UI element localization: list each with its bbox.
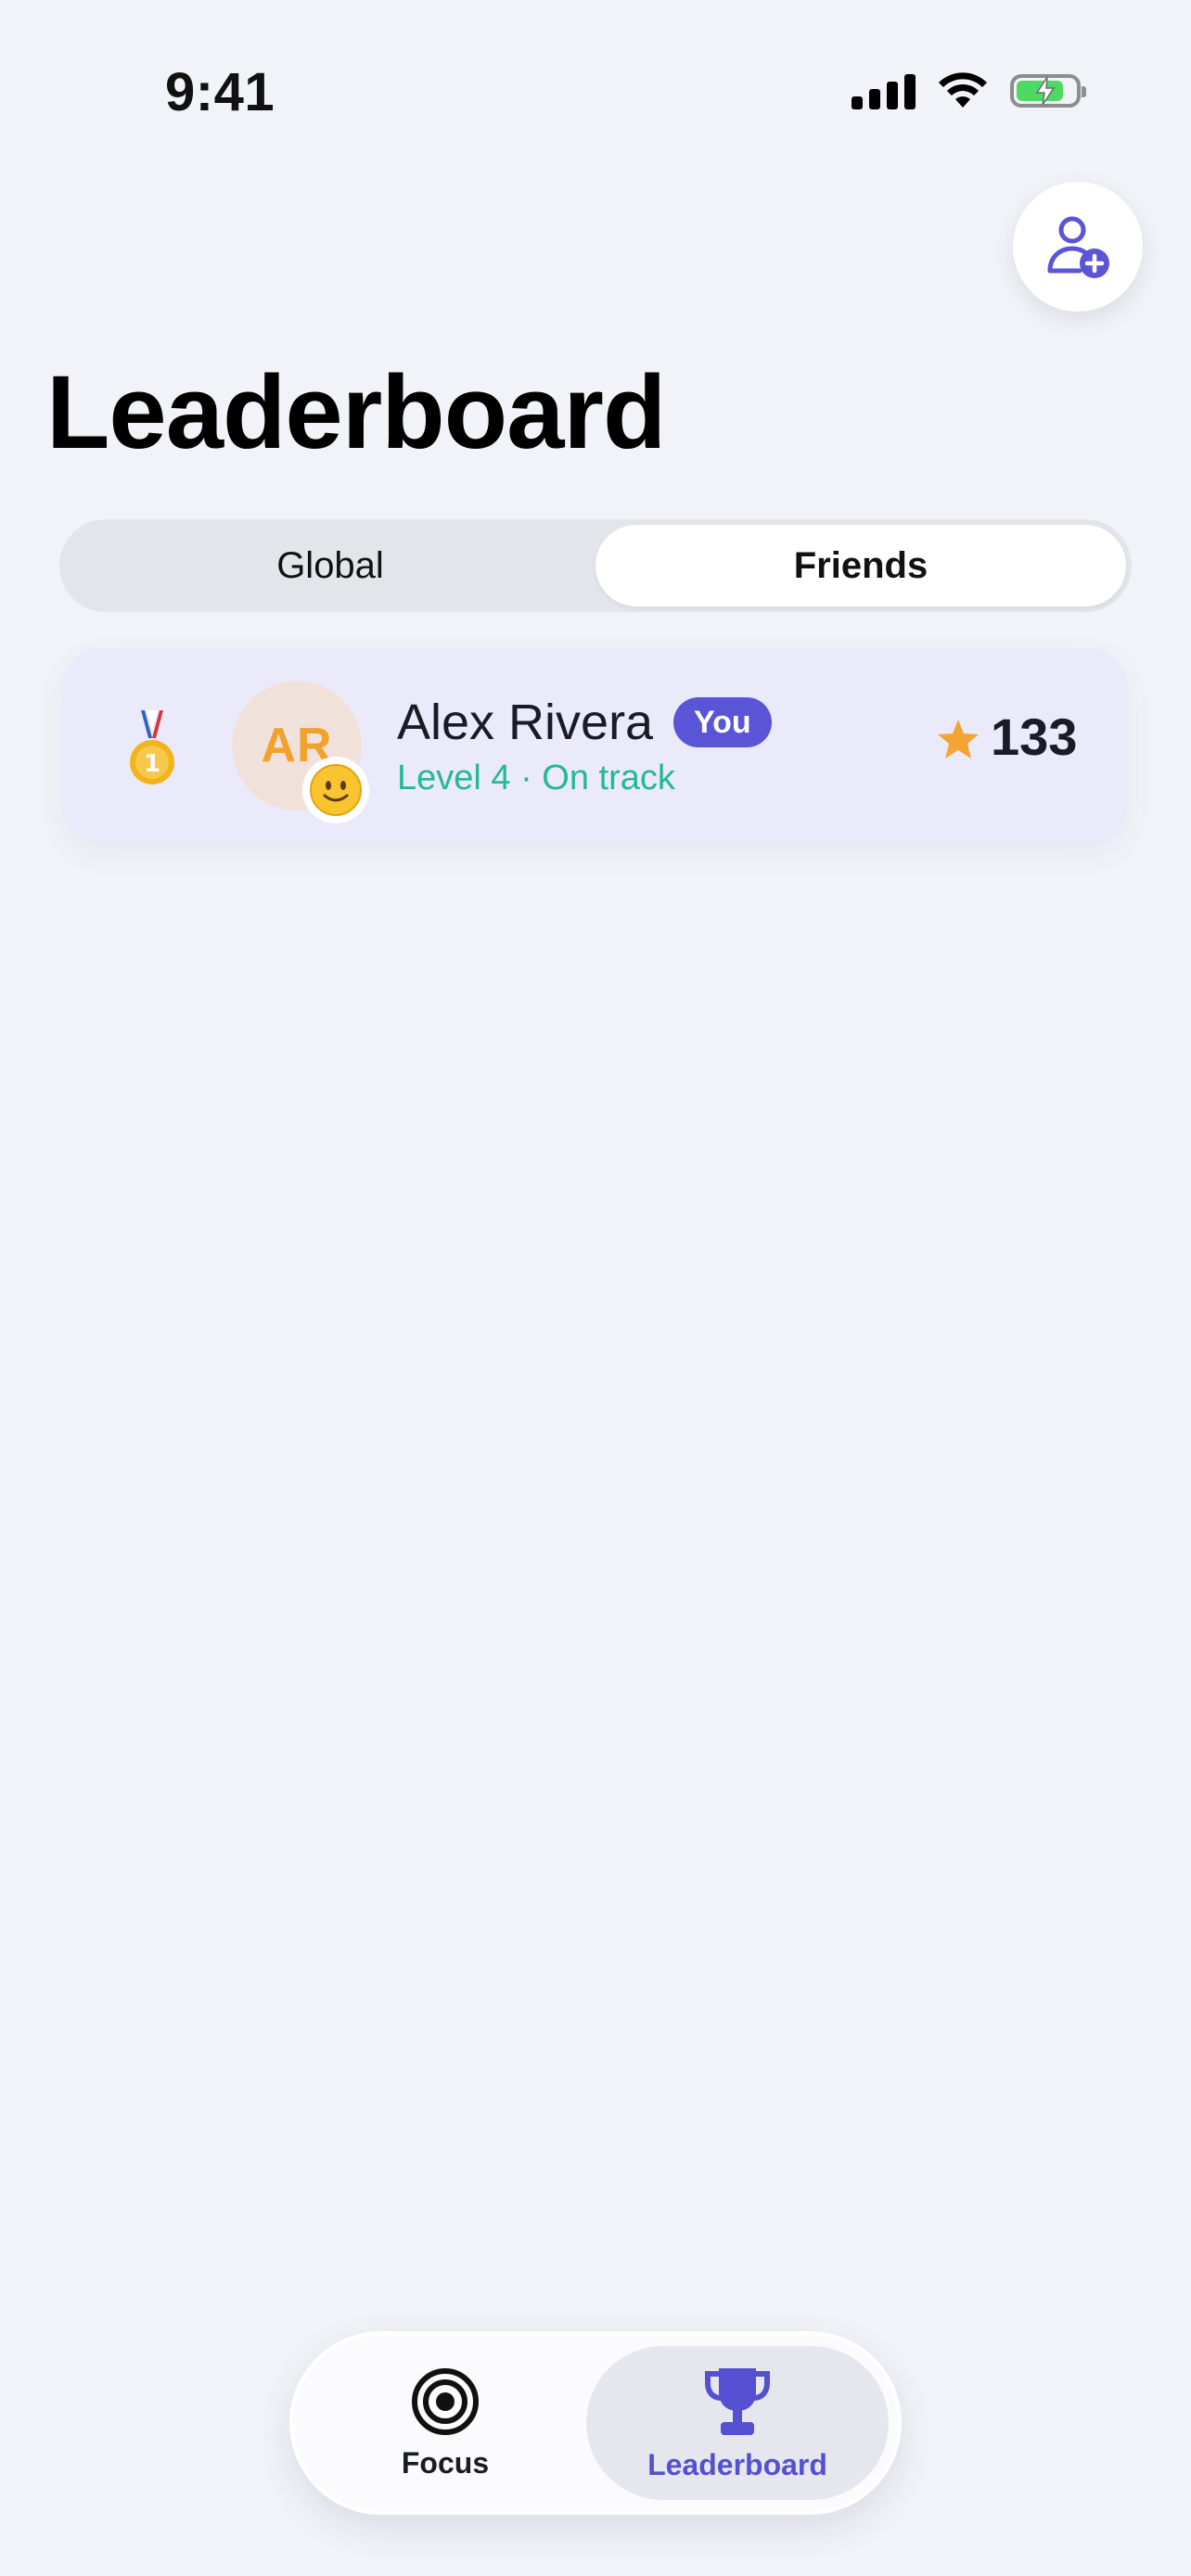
star-icon [938, 720, 979, 759]
add-friend-button[interactable] [1013, 182, 1143, 312]
tab-leaderboard[interactable]: Leaderboard [586, 2346, 889, 2500]
add-person-icon [1047, 216, 1109, 278]
user-name: Alex Rivera [397, 695, 654, 750]
tab-focus-label: Focus [401, 2445, 490, 2480]
tab-bar: Focus Leaderboard [289, 2331, 902, 2515]
page-title: Leaderboard [46, 354, 666, 470]
tab-focus[interactable]: Focus [293, 2346, 597, 2500]
mood-badge [302, 757, 369, 823]
cellular-signal-icon [852, 72, 916, 109]
you-badge: You [673, 697, 772, 747]
trophy-icon [705, 2367, 770, 2435]
battery-icon [1010, 74, 1086, 108]
segment-friends[interactable]: Friends [596, 525, 1126, 606]
user-level-status: Level 4 · On track [397, 759, 675, 797]
tab-leaderboard-label: Leaderboard [647, 2447, 827, 2481]
wifi-icon [939, 72, 987, 108]
score-value: 133 [991, 708, 1078, 766]
segment-global[interactable]: Global [65, 525, 596, 606]
leaderboard-row[interactable]: 1 AR Alex Rivera You Level 4 · On track … [61, 647, 1128, 842]
status-icons [852, 72, 1086, 109]
target-icon [412, 2367, 479, 2435]
status-time: 9:41 [165, 62, 275, 122]
gold-medal-icon: 1 [130, 710, 174, 784]
smile-emoji-icon [310, 764, 362, 816]
scope-segmented-control[interactable]: Global Friends [59, 519, 1132, 612]
svg-text:1: 1 [144, 750, 160, 778]
